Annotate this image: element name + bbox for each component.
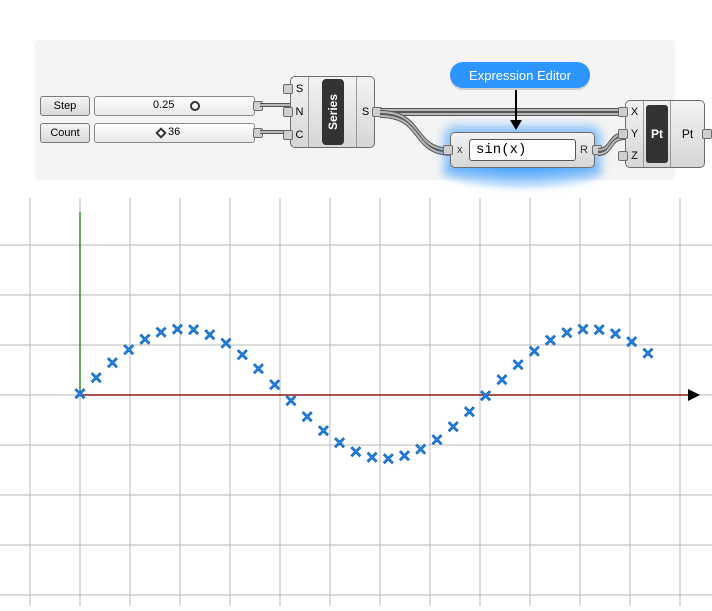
slider-step-output-port[interactable] — [253, 101, 263, 111]
series-in-c-port[interactable] — [283, 130, 293, 140]
expression-field[interactable]: sin(x) — [469, 139, 576, 161]
svg-text:✕: ✕ — [609, 327, 622, 344]
svg-text:✕: ✕ — [236, 348, 249, 365]
svg-text:✕: ✕ — [576, 322, 589, 339]
svg-text:✕: ✕ — [544, 333, 557, 350]
pt-in-z[interactable]: Z — [626, 150, 643, 162]
series-in-c[interactable]: C — [291, 129, 308, 141]
series-in-n[interactable]: N — [291, 106, 308, 118]
slider-count-label[interactable]: Count — [40, 123, 90, 143]
svg-text:✕: ✕ — [560, 326, 573, 343]
svg-text:✕: ✕ — [203, 328, 216, 345]
point-component[interactable]: X Y Z Pt Pt — [625, 100, 705, 168]
series-in-s-port[interactable] — [283, 84, 293, 94]
svg-text:✕: ✕ — [154, 325, 167, 342]
expr-in-x[interactable]: x — [457, 144, 463, 156]
series-in-s[interactable]: S — [291, 83, 308, 95]
slider-count-handle[interactable] — [155, 127, 166, 138]
pt-in-y-port[interactable] — [618, 129, 628, 139]
slider-step-label[interactable]: Step — [40, 96, 90, 116]
series-inputs: S N C — [291, 77, 309, 147]
pt-out-port[interactable] — [702, 129, 712, 139]
svg-text:✕: ✕ — [122, 342, 135, 359]
svg-text:✕: ✕ — [625, 335, 638, 352]
slider-count[interactable]: Count 36 — [40, 122, 255, 144]
slider-step[interactable]: Step 0.25 — [40, 95, 255, 117]
svg-text:✕: ✕ — [592, 322, 605, 339]
pt-in-y[interactable]: Y — [626, 128, 643, 140]
svg-text:✕: ✕ — [252, 362, 265, 379]
pt-in-x-port[interactable] — [618, 107, 628, 117]
svg-text:✕: ✕ — [463, 405, 476, 422]
svg-text:✕: ✕ — [641, 346, 654, 363]
expr-out-r-port[interactable] — [592, 145, 602, 155]
callout-arrow-icon — [515, 90, 517, 128]
svg-text:✕: ✕ — [528, 344, 541, 361]
slider-step-value: 0.25 — [153, 99, 174, 111]
svg-text:✕: ✕ — [511, 357, 524, 374]
svg-text:✕: ✕ — [138, 332, 151, 349]
expression-component[interactable]: x sin(x) R — [450, 132, 595, 168]
pt-output-label[interactable]: Pt — [670, 101, 704, 167]
node-canvas[interactable]: Step 0.25 Count 36 S N C Series S — [35, 40, 675, 180]
slider-count-value: 36 — [168, 126, 180, 138]
pt-badge: Pt — [646, 105, 668, 163]
svg-text:✕: ✕ — [284, 394, 297, 411]
viewport-grid — [0, 198, 712, 606]
viewport-3d[interactable]: ✕✕✕✕✕✕✕✕✕✕✕✕✕✕✕✕✕✕✕✕✕✕✕✕✕✕✕✕✕✕✕✕✕✕✕✕ — [0, 198, 712, 606]
svg-text:✕: ✕ — [446, 420, 459, 437]
slider-count-output-port[interactable] — [253, 128, 263, 138]
slider-step-track[interactable]: 0.25 — [94, 96, 255, 116]
svg-text:✕: ✕ — [300, 409, 313, 426]
svg-text:✕: ✕ — [219, 336, 232, 353]
svg-text:✕: ✕ — [349, 445, 362, 462]
svg-text:✕: ✕ — [479, 389, 492, 406]
svg-text:✕: ✕ — [171, 322, 184, 339]
svg-text:✕: ✕ — [73, 387, 86, 404]
slider-step-handle[interactable] — [190, 101, 200, 111]
pt-in-z-port[interactable] — [618, 151, 628, 161]
svg-text:✕: ✕ — [106, 355, 119, 372]
svg-text:✕: ✕ — [495, 373, 508, 390]
slider-count-track[interactable]: 36 — [94, 123, 255, 143]
x-axis-arrow-icon — [688, 389, 700, 401]
svg-text:✕: ✕ — [268, 377, 281, 394]
svg-text:✕: ✕ — [430, 432, 443, 449]
svg-text:✕: ✕ — [382, 451, 395, 468]
series-in-n-port[interactable] — [283, 107, 293, 117]
series-component[interactable]: S N C Series S — [290, 76, 375, 148]
svg-text:✕: ✕ — [414, 442, 427, 459]
svg-text:✕: ✕ — [89, 370, 102, 387]
svg-text:✕: ✕ — [333, 436, 346, 453]
series-badge: Series — [322, 79, 344, 145]
svg-text:✕: ✕ — [365, 450, 378, 467]
expression-editor-callout: Expression Editor — [450, 62, 590, 88]
svg-text:✕: ✕ — [398, 449, 411, 466]
pt-inputs: X Y Z — [626, 101, 644, 167]
expr-in-x-port[interactable] — [443, 145, 453, 155]
svg-text:✕: ✕ — [317, 424, 330, 441]
expr-out-r[interactable]: R — [580, 144, 588, 156]
pt-in-x[interactable]: X — [626, 106, 643, 118]
series-out-s-port[interactable] — [372, 107, 382, 117]
svg-text:✕: ✕ — [187, 323, 200, 340]
